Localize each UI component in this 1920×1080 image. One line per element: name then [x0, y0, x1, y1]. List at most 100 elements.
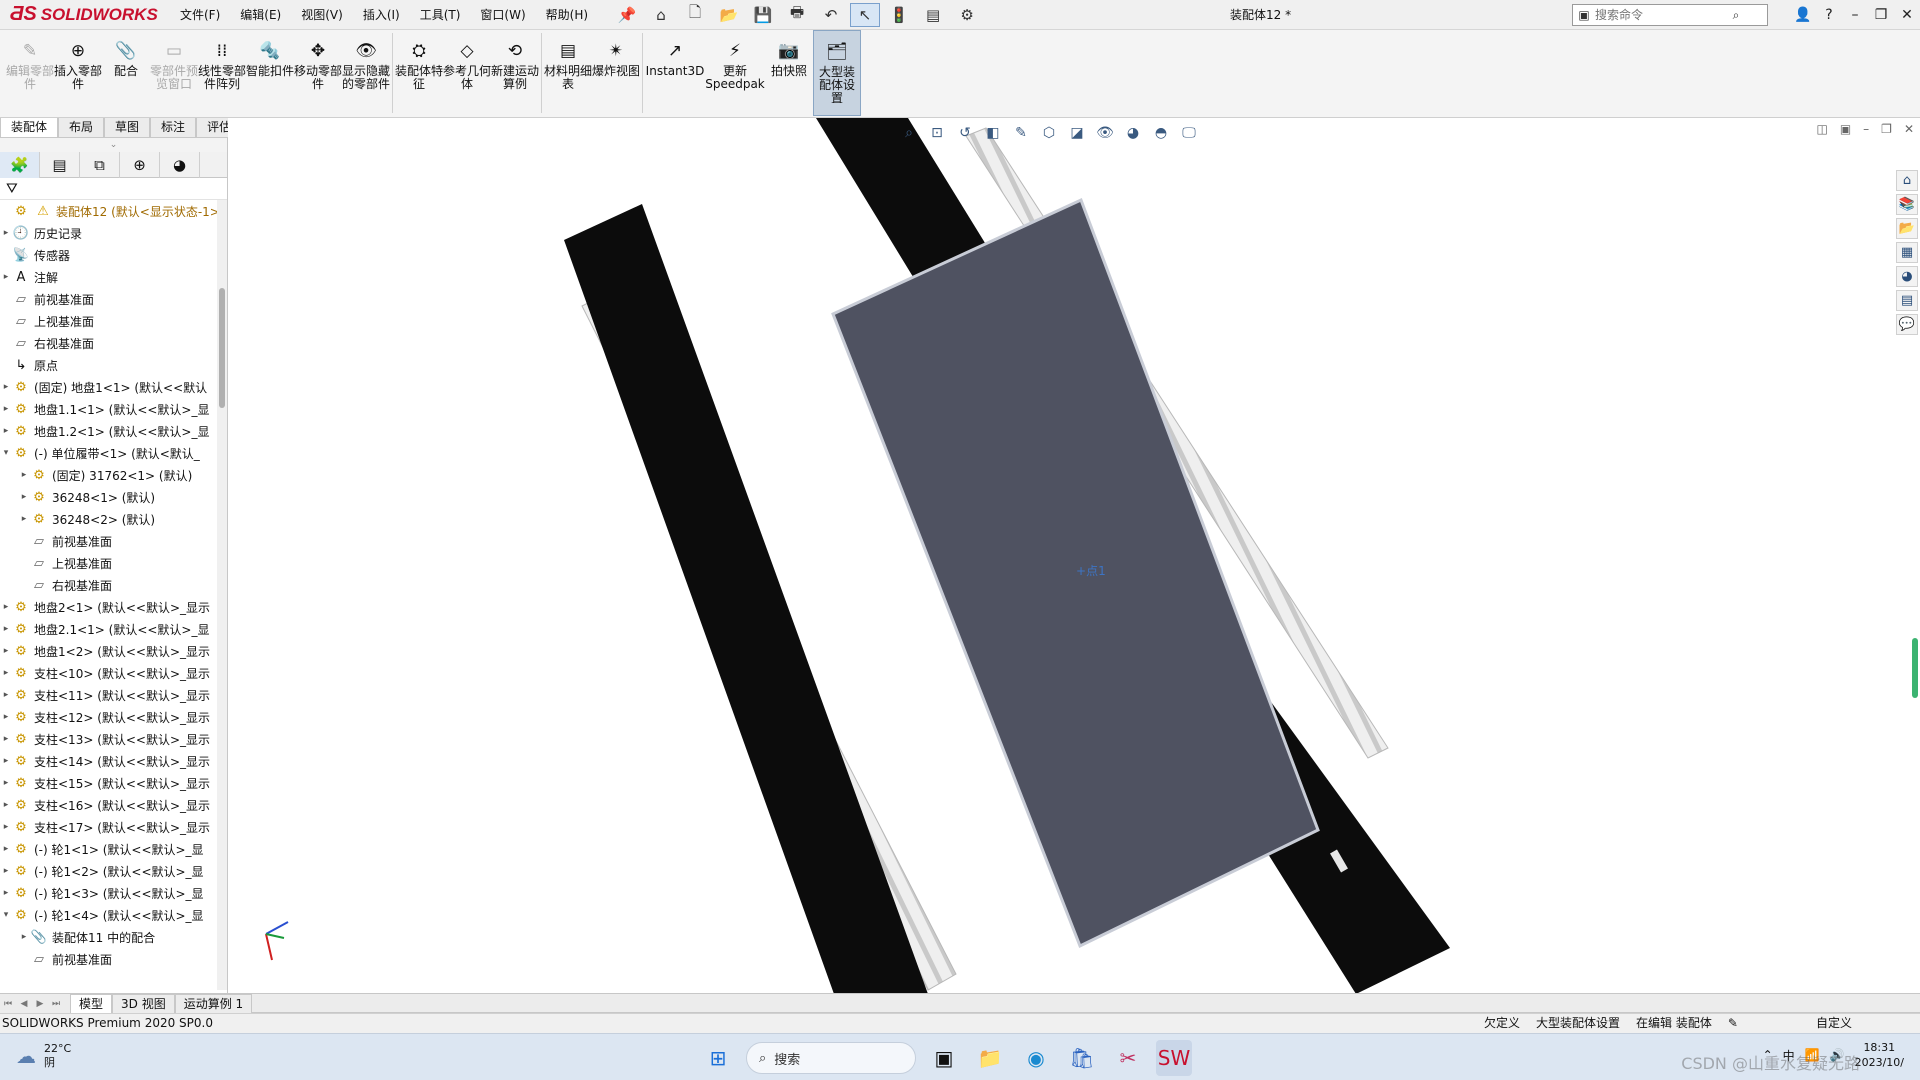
tree-item[interactable]: ▱ 右视基准面	[0, 574, 227, 596]
viewport-scroll-indicator[interactable]	[1912, 638, 1918, 698]
zoom-to-fit-icon[interactable]: ⌕	[898, 122, 920, 144]
solidworks-resources-icon[interactable]: ⌂	[1896, 170, 1918, 191]
file-properties-icon[interactable]: ▤	[918, 3, 948, 27]
view-settings-icon[interactable]: 🖵	[1178, 122, 1200, 144]
tree-item[interactable]: ▸ ⚙ 36248<2> (默认)	[0, 508, 227, 530]
ribbon-button-mate[interactable]: 📎 配合	[102, 30, 150, 116]
tree-toggle[interactable]: ▸	[0, 734, 12, 744]
tree-item[interactable]: ▸ ⚙ 地盘2.1<1> (默认<<默认>_显	[0, 618, 227, 640]
edit-appearance-icon[interactable]: ◕	[1122, 122, 1144, 144]
tree-item[interactable]: ▸ ⚙ (-) 轮1<2> (默认<<默认>_显	[0, 860, 227, 882]
viewport-expand-icon[interactable]: ▣	[1840, 122, 1851, 136]
tree-toggle[interactable]: ▸	[0, 668, 12, 678]
graphics-area[interactable]: ⌕ ⊡ ↺ ◧ ✎ ⬡ ◪ 👁 ◕ ◓ 🖵 ◫ ▣ – ❐ ✕ ⌂ 📚 📂 ▦ …	[228, 118, 1920, 993]
tree-item[interactable]: ▸ ⚙ (-) 轮1<1> (默认<<默认>_显	[0, 838, 227, 860]
ribbon-button-new-motion-study[interactable]: ⟲ 新建运动算例	[491, 30, 539, 116]
tree-root[interactable]: ⚙ ⚠ 装配体12 (默认<显示状态-1>)	[0, 200, 227, 222]
tree-item[interactable]: ▸ ⚙ 地盘1.2<1> (默认<<默认>_显	[0, 420, 227, 442]
ribbon-button-insert-component[interactable]: ⊕ 插入零部件	[54, 30, 102, 116]
tree-item[interactable]: ▸ ⚙ 地盘2<1> (默认<<默认>_显示	[0, 596, 227, 618]
command-search-input[interactable]	[1595, 8, 1725, 22]
select-cursor-icon[interactable]: ↖	[850, 2, 881, 27]
options-gear-icon[interactable]: ⚙	[952, 3, 982, 27]
tree-item[interactable]: ▸ ⚙ 支柱<12> (默认<<默认>_显示	[0, 706, 227, 728]
user-icon[interactable]: 👤	[1790, 0, 1816, 30]
appearances-icon[interactable]: ◕	[1896, 266, 1918, 287]
apply-scene-icon[interactable]: ◓	[1150, 122, 1172, 144]
menu-item[interactable]: 插入(I)	[353, 0, 410, 30]
tree-toggle[interactable]: ▸	[0, 272, 12, 282]
tree-toggle[interactable]: ▸	[0, 404, 12, 414]
tree-item[interactable]: ▸ 🕘 历史记录	[0, 222, 227, 244]
design-library-icon[interactable]: 📚	[1896, 194, 1918, 215]
dynamic-annotation-icon[interactable]: ✎	[1010, 122, 1032, 144]
tree-toggle[interactable]: ▸	[0, 228, 12, 238]
restore-icon[interactable]: ❐	[1868, 0, 1894, 30]
save-icon[interactable]: 💾	[748, 3, 778, 27]
tree-item[interactable]: ▸ ⚙ 支柱<14> (默认<<默认>_显示	[0, 750, 227, 772]
next-tab-icon[interactable]: ▶	[32, 994, 48, 1014]
display-style-icon[interactable]: ◪	[1066, 122, 1088, 144]
tree-item[interactable]: ▱ 右视基准面	[0, 332, 227, 354]
zoom-area-icon[interactable]: ⊡	[926, 122, 948, 144]
tree-toggle[interactable]: ▸	[0, 690, 12, 700]
filter-icon[interactable]: ⛛	[6, 181, 18, 197]
cm-tab[interactable]: 布局	[58, 118, 105, 138]
ribbon-button-linear-pattern[interactable]: ⁞⁞ 线性零部件阵列	[198, 30, 246, 116]
section-view-icon[interactable]: ◧	[982, 122, 1004, 144]
taskbar-search[interactable]: ⌕ 搜索	[746, 1042, 916, 1074]
ribbon-button-instant3d[interactable]: ↗ Instant3D	[645, 30, 705, 116]
tree-toggle[interactable]: ▸	[0, 822, 12, 832]
minimize-icon[interactable]: –	[1842, 0, 1868, 30]
tree-item[interactable]: ▸ ⚙ 地盘1<2> (默认<<默认>_显示	[0, 640, 227, 662]
tree-item[interactable]: ▸ ⚙ (固定) 31762<1> (默认)	[0, 464, 227, 486]
new-document-icon[interactable]: 🗋	[680, 3, 710, 27]
cm-tab[interactable]: 装配体	[0, 118, 59, 138]
tree-item[interactable]: ▸ 📎 装配体11 中的配合	[0, 926, 227, 948]
ribbon-button-reference-geometry[interactable]: ◇ 参考几何体	[443, 30, 491, 116]
tree-toggle[interactable]: ▸	[0, 712, 12, 722]
tree-toggle[interactable]: ▸	[0, 382, 12, 392]
viewport-restore-icon[interactable]: ❐	[1881, 122, 1892, 136]
custom-properties-icon[interactable]: ▤	[1896, 290, 1918, 311]
prev-tab-icon[interactable]: ◀	[16, 994, 32, 1014]
tree-toggle[interactable]: ▸	[0, 866, 12, 876]
tree-item[interactable]: ▱ 前视基准面	[0, 530, 227, 552]
menu-item[interactable]: 视图(V)	[291, 0, 353, 30]
dimxpert-tab-icon[interactable]: ⊕	[120, 152, 160, 178]
view-palette-icon[interactable]: ▦	[1896, 242, 1918, 263]
ribbon-button-bom[interactable]: ▤ 材料明细表	[544, 30, 592, 116]
windows-start-icon[interactable]: ⊞	[700, 1040, 736, 1076]
tree-toggle[interactable]: ▸	[0, 756, 12, 766]
ribbon-button-speedpak[interactable]: ⚡ 更新Speedpak	[705, 30, 765, 116]
solidworks-logo[interactable]: ƋS SOLIDWORKS	[0, 0, 170, 30]
tree-toggle[interactable]: ▸	[0, 800, 12, 810]
tree-item[interactable]: ▸ ⚙ (固定) 地盘1<1> (默认<<默认	[0, 376, 227, 398]
viewport-close-icon[interactable]: ✕	[1904, 122, 1914, 136]
cm-tab[interactable]: 草图	[104, 118, 151, 138]
tree-toggle[interactable]: ▸	[0, 602, 12, 612]
tree-toggle[interactable]: ▸	[0, 646, 12, 656]
ribbon-button-large-assembly[interactable]: 🗂 大型装配体设置	[813, 30, 861, 116]
menu-item[interactable]: 窗口(W)	[470, 0, 535, 30]
close-icon[interactable]: ✕	[1894, 0, 1920, 30]
help-icon[interactable]: ?	[1816, 0, 1842, 30]
tree-item[interactable]: ▸ ⚙ 支柱<10> (默认<<默认>_显示	[0, 662, 227, 684]
tree-item[interactable]: ▸ ⚙ 支柱<11> (默认<<默认>_显示	[0, 684, 227, 706]
ribbon-button-exploded-view[interactable]: ✴ 爆炸视图	[592, 30, 640, 116]
home-icon[interactable]: ⌂	[646, 3, 676, 27]
ribbon-button-assembly-feature[interactable]: ⛭ 装配体特征	[395, 30, 443, 116]
bottom-tab[interactable]: 运动算例 1	[174, 994, 253, 1013]
viewport-split-icon[interactable]: ◫	[1816, 122, 1827, 136]
tree-item[interactable]: ▸ ⚙ 支柱<15> (默认<<默认>_显示	[0, 772, 227, 794]
rebuild-icon[interactable]: 🚦	[884, 3, 914, 27]
clock[interactable]: 18:31 2023/10/	[1855, 1040, 1904, 1070]
weather-widget[interactable]: ☁ 22°C 阴	[16, 1042, 71, 1070]
tree-toggle[interactable]: ▸	[18, 514, 30, 524]
tree-item[interactable]: ▸ A 注解	[0, 266, 227, 288]
hide-show-items-icon[interactable]: 👁	[1094, 122, 1116, 144]
ribbon-button-edit-component[interactable]: ✎ 编辑零部件	[6, 30, 54, 116]
menu-item[interactable]: 工具(T)	[410, 0, 471, 30]
previous-view-icon[interactable]: ↺	[954, 122, 976, 144]
tree-item[interactable]: ▱ 前视基准面	[0, 288, 227, 310]
